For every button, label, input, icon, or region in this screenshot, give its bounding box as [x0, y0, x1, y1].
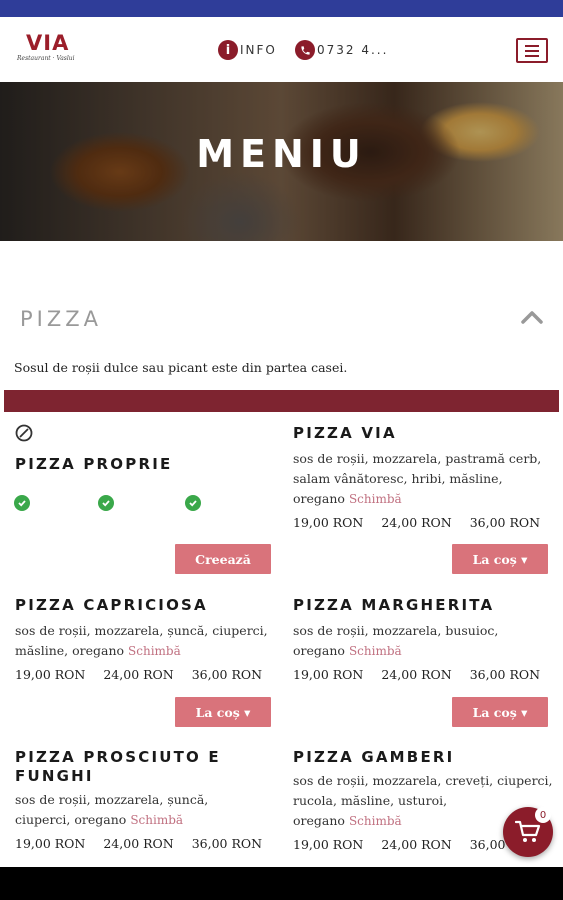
menu-item: PIZZA PROSCIUTO E FUNGHI sos de roșii, m… [15, 748, 265, 851]
logo-text: VIA [26, 31, 70, 55]
info-label: INFO [240, 43, 277, 57]
item-prices: 19,00 RON 24,00 RON 36,00 RON [293, 515, 541, 530]
create-pizza-button[interactable]: Creează [175, 544, 271, 574]
item-description: sos de roșii, mozzarela, pastramă cerb, … [293, 451, 542, 506]
change-link[interactable]: Schimbă [349, 644, 402, 658]
item-prices: 19,00 RON 24,00 RON 36,00 RON [15, 667, 263, 682]
logo-subtitle: Restaurant · Vaslui [17, 55, 75, 62]
phone-link[interactable]: 0732 4... [295, 39, 388, 61]
change-link[interactable]: Schimbă [349, 492, 402, 506]
check-icon [14, 495, 30, 511]
compass-icon [15, 424, 33, 442]
item-name: PIZZA CAPRICIOSA [15, 596, 208, 614]
info-icon: i [218, 40, 238, 60]
phone-icon [295, 40, 315, 60]
item-description: sos de roșii, mozzarela, șuncă, ciuperci… [15, 792, 209, 827]
chevron-up-icon[interactable] [520, 309, 544, 325]
hero-title: MENIU [196, 132, 367, 176]
add-to-cart-button[interactable]: La coș ▾ [175, 697, 271, 727]
add-to-cart-button[interactable]: La coș ▾ [452, 544, 548, 574]
add-to-cart-button[interactable]: La coș ▾ [452, 697, 548, 727]
status-bar [0, 0, 563, 17]
menu-item: PIZZA CAPRICIOSA sos de roșii, mozzarela… [15, 596, 277, 682]
item-name: PIZZA GAMBERI [293, 748, 455, 766]
custom-pizza-name: PIZZA PROPRIE [15, 455, 173, 473]
item-name: PIZZA PROSCIUTO E FUNGHI [15, 748, 221, 785]
shopping-cart-icon [515, 820, 541, 842]
item-prices: 19,00 RON 24,00 RON 36,00 RON [293, 667, 541, 682]
phone-label: 0732 4... [317, 43, 389, 57]
section-title[interactable]: PIZZA [20, 307, 102, 331]
item-prices: 19,00 RON 24,00 RON 36,00 RON [15, 836, 263, 851]
hamburger-icon [525, 44, 539, 47]
item-name: PIZZA VIA [293, 424, 397, 442]
item-name: PIZZA MARGHERITA [293, 596, 495, 614]
cart-count-badge: 0 [535, 807, 551, 823]
menu-item: PIZZA VIA sos de roșii, mozzarela, pastr… [293, 424, 555, 530]
logo[interactable]: VIA Restaurant · Vaslui [17, 31, 92, 68]
change-link[interactable]: Schimbă [128, 644, 181, 658]
check-icon [185, 495, 201, 511]
info-link[interactable]: i INFO [218, 39, 277, 61]
menu-button[interactable] [516, 38, 548, 63]
check-icon [98, 495, 114, 511]
system-nav-bar [0, 867, 563, 900]
item-description: sos de roșii, mozzarela, busuioc, oregan… [293, 623, 499, 658]
hero-banner: MENIU [0, 82, 563, 241]
menu-item: PIZZA MARGHERITA sos de roșii, mozzarela… [293, 596, 555, 682]
item-description: sos de roșii, mozzarela, șuncă, ciuperci… [15, 623, 268, 658]
app-header: VIA Restaurant · Vaslui i INFO 0732 4... [0, 17, 563, 82]
section-note: Sosul de roșii dulce sau picant este din… [14, 360, 348, 375]
change-link[interactable]: Schimbă [130, 813, 183, 827]
section-divider [4, 390, 559, 412]
change-link[interactable]: Schimbă [349, 814, 402, 828]
